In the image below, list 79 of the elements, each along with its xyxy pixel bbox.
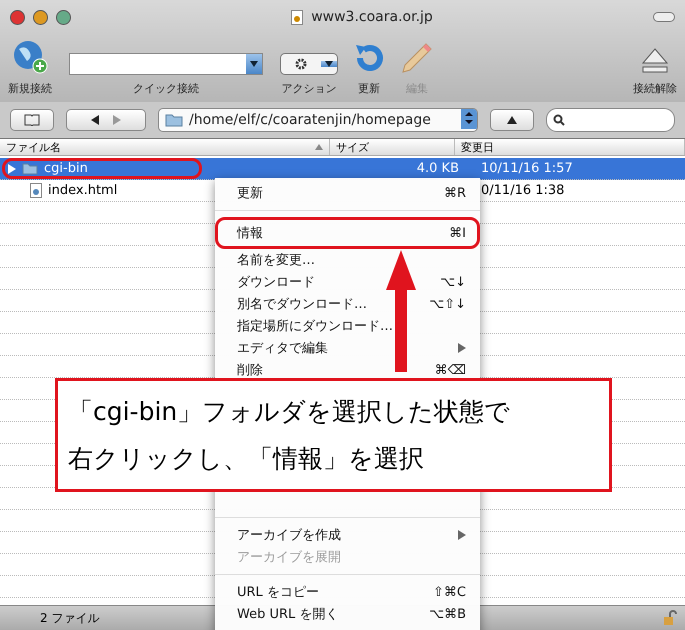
file-row[interactable]: cgi-bin 4.0 KB 10/11/16 1:57 xyxy=(0,158,685,180)
shortcut-label: ⌘R xyxy=(444,186,466,200)
toolbar-label[interactable]: 新規接続 xyxy=(8,81,52,96)
menu-item[interactable]: 更新 ⌘R xyxy=(215,182,480,204)
back-icon xyxy=(91,115,99,125)
submenu-arrow-icon xyxy=(458,530,466,540)
zoom-button[interactable] xyxy=(56,10,71,24)
dropdown-arrow-icon xyxy=(325,61,333,67)
quick-connect-field[interactable] xyxy=(69,53,263,75)
globe-plus-icon xyxy=(11,39,49,75)
search-icon xyxy=(553,114,565,126)
toolbar-label[interactable]: 更新 xyxy=(358,81,380,96)
stepper-arrows-icon xyxy=(461,109,477,129)
menu-item[interactable]: ダウンロード ⌥↓ xyxy=(215,271,480,293)
document-icon xyxy=(291,10,304,24)
menu-item[interactable]: URL をコピー ⇧⌘C xyxy=(215,581,480,603)
menu-item-label: 指定場所にダウンロード… xyxy=(237,318,393,335)
file-count: 2 ファイル xyxy=(40,610,100,626)
shortcut-label: ⌥⇧↓ xyxy=(429,296,466,312)
path-popup[interactable]: /home/elf/c/coaratenjin/homepage xyxy=(158,108,478,132)
column-header[interactable]: 変更日 xyxy=(455,139,685,155)
file-name: index.html xyxy=(48,183,118,198)
menu-item[interactable]: アーカイブを作成 xyxy=(215,524,480,546)
menu-item-label: 情報 xyxy=(237,225,263,242)
menu-item-label: 別名でダウンロード… xyxy=(237,296,367,313)
file-name: cgi-bin xyxy=(44,161,88,176)
search-field[interactable] xyxy=(546,108,675,132)
menu-item[interactable]: 情報 ⌘I xyxy=(215,217,480,249)
gear-icon xyxy=(295,58,307,70)
toolbar-label[interactable]: 接続解除 xyxy=(633,81,677,96)
toolbar-label: アクション xyxy=(282,81,336,96)
shortcut-label: ⌘⌫ xyxy=(434,362,466,378)
forward-icon xyxy=(113,115,121,125)
window-title: www3.coara.or.jp xyxy=(311,9,433,25)
menu-item[interactable]: 削除 ⌘⌫ xyxy=(215,359,480,381)
menu-item-label: 名前を変更… xyxy=(237,252,315,269)
menu-item-label: 更新 xyxy=(237,185,263,202)
column-header[interactable]: サイズ xyxy=(330,139,455,155)
close-button[interactable] xyxy=(10,10,25,24)
menu-item[interactable]: 別名でダウンロード… ⌥⇧↓ xyxy=(215,293,480,315)
annotation-text: 右クリックし、「情報」を選択 xyxy=(68,443,425,475)
minimize-button[interactable] xyxy=(33,10,48,24)
toolbar-label: クイック接続 xyxy=(133,81,199,96)
parent-folder-button[interactable] xyxy=(490,109,534,131)
submenu-arrow-icon xyxy=(458,343,466,353)
shortcut-label: ⌥↓ xyxy=(440,274,466,290)
folder-icon xyxy=(22,162,38,174)
menu-item-label: URL をコピー xyxy=(237,584,319,601)
menu-item-label: アーカイブを展開 xyxy=(237,549,341,566)
file-date: 0/11/16 1:38 xyxy=(480,183,566,198)
menu-item[interactable]: Web URL を開く ⌥⌘B xyxy=(215,603,480,625)
shortcut-label: ⌘I xyxy=(449,226,466,240)
menu-item[interactable]: 指定場所にダウンロード… xyxy=(215,315,480,337)
menu-item-label: エディタで編集 xyxy=(237,340,328,357)
book-icon xyxy=(24,114,40,126)
menu-item-label: アーカイブを作成 xyxy=(237,527,341,544)
menu-item-label: ダウンロード xyxy=(237,274,315,291)
menu-item[interactable]: 名前を変更… xyxy=(215,249,480,271)
folder-icon xyxy=(165,113,183,127)
shortcut-label: ⇧⌘C xyxy=(433,584,466,600)
sort-arrow-icon xyxy=(315,144,323,150)
action-dropdown[interactable] xyxy=(280,53,338,75)
menu-item[interactable]: エディタで編集 xyxy=(215,337,480,359)
pencil-icon xyxy=(400,41,434,75)
document-icon xyxy=(30,183,42,198)
disclosure-triangle-icon xyxy=(8,164,16,174)
dropdown-arrow-icon xyxy=(250,61,258,67)
file-size: 4.0 KB xyxy=(416,161,460,176)
annotation-text: 「cgi-bin」フォルダを選択した状態で xyxy=(68,396,512,428)
menu-item-label: Web URL を開く xyxy=(237,606,338,623)
up-arrow-icon xyxy=(507,116,517,124)
shortcut-label: ⌥⌘B xyxy=(429,606,466,622)
file-date: 10/11/16 1:57 xyxy=(480,161,574,176)
column-header[interactable]: ファイル名 xyxy=(0,139,330,155)
back-forward-button[interactable] xyxy=(66,109,146,131)
menu-item-label: 削除 xyxy=(237,362,263,379)
lock-icon xyxy=(663,610,677,626)
toolbar-toggle-button[interactable] xyxy=(653,12,676,22)
bookmarks-button[interactable] xyxy=(10,109,54,131)
